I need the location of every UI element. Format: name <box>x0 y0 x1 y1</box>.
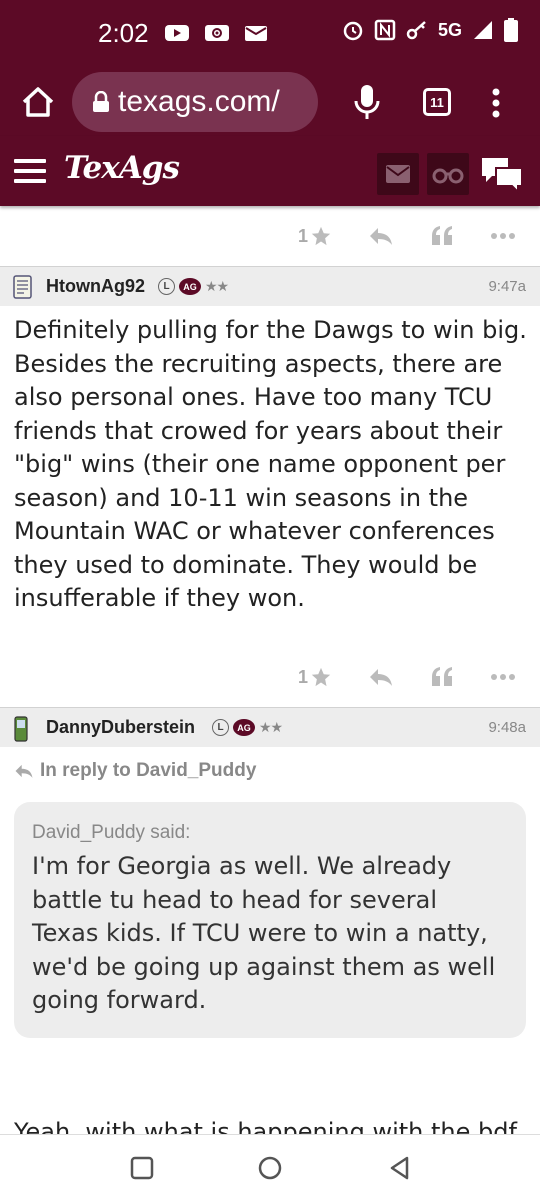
reply-to-text: In reply to David_Puddy <box>40 760 257 781</box>
username[interactable]: DannyDuberstein <box>46 717 195 738</box>
lifetime-badge: L <box>158 278 175 295</box>
browser-toolbar: texags.com/ 11 <box>0 68 540 136</box>
network-type: 5G <box>437 19 462 40</box>
thread-content: 1 HtownAg92 L AG ★★ 9:47a Definitely pul… <box>0 206 540 1134</box>
tab-switcher-button[interactable]: 11 <box>423 88 451 116</box>
rating-count: 1 <box>297 666 308 687</box>
url-text: texags.com/ <box>118 85 280 118</box>
quote-icon <box>432 667 452 686</box>
radio-icon <box>205 25 229 41</box>
home-button-icon[interactable] <box>255 1153 285 1183</box>
chat-icon[interactable] <box>478 154 526 194</box>
home-icon[interactable] <box>18 82 58 122</box>
lifetime-badge: L <box>212 719 229 736</box>
post-header: DannyDuberstein L AG ★★ 9:48a <box>0 707 540 747</box>
rating-button[interactable]: 1 <box>298 225 332 247</box>
address-bar[interactable]: texags.com/ <box>72 72 318 132</box>
messages-button[interactable] <box>377 153 419 195</box>
lock-icon <box>93 91 109 112</box>
ag-badge: AG <box>179 278 201 295</box>
rating-count: 1 <box>297 225 308 246</box>
more-icon <box>491 233 515 239</box>
user-stars: ★★ <box>205 278 229 295</box>
youtube-icon <box>165 25 189 41</box>
reply-icon <box>370 669 392 686</box>
quote-author[interactable]: David_Puddy said: <box>32 822 508 844</box>
mail-icon <box>245 26 267 41</box>
site-header: TexAgs <box>0 136 540 206</box>
key-icon <box>406 21 426 40</box>
site-logo[interactable]: TexAgs <box>64 150 180 186</box>
microphone-icon[interactable] <box>352 82 382 122</box>
user-stars: ★★ <box>259 719 283 736</box>
system-nav-bar <box>0 1134 540 1200</box>
more-button[interactable] <box>490 673 516 681</box>
star-icon <box>311 667 331 687</box>
alarm-icon <box>343 21 363 41</box>
status-time: 2:02 <box>98 18 149 48</box>
reply-icon <box>370 228 392 245</box>
post-actions: 1 <box>262 657 516 697</box>
post-body: Definitely pulling for the Dawgs to win … <box>14 316 527 612</box>
status-bar: 2:02 5G <box>0 0 540 68</box>
recents-icon[interactable] <box>127 1153 157 1183</box>
quote-button[interactable] <box>430 225 454 247</box>
user-avatar-icon <box>14 716 28 742</box>
post-header: HtownAg92 L AG ★★ 9:47a <box>0 266 540 306</box>
post-time[interactable]: 9:48a <box>488 719 526 736</box>
quote-icon <box>432 226 452 245</box>
quote-text: I'm for Georgia as well. We already batt… <box>32 852 496 1014</box>
reply-icon <box>15 764 33 778</box>
reply-button[interactable] <box>368 225 394 247</box>
more-button[interactable] <box>490 232 516 240</box>
hamburger-menu-icon[interactable] <box>14 159 46 183</box>
post-body: Yeah, with what is happening with the bd… <box>14 1118 517 1134</box>
post-actions: 1 <box>262 216 516 256</box>
overflow-menu-icon[interactable] <box>484 86 508 120</box>
post-time[interactable]: 9:47a <box>488 278 526 295</box>
reply-button[interactable] <box>368 666 394 688</box>
ag-badge: AG <box>233 719 255 736</box>
more-icon <box>491 674 515 680</box>
envelope-icon <box>386 165 410 183</box>
quote-block: David_Puddy said: I'm for Georgia as wel… <box>14 802 526 1038</box>
quote-button[interactable] <box>430 666 454 688</box>
user-avatar-icon <box>13 275 32 299</box>
username[interactable]: HtownAg92 <box>46 276 145 297</box>
back-icon[interactable] <box>385 1153 415 1183</box>
binoculars-icon <box>432 168 464 184</box>
signal-icon <box>474 21 492 39</box>
rating-button[interactable]: 1 <box>298 666 332 688</box>
watchlist-button[interactable] <box>427 153 469 195</box>
nfc-icon <box>374 19 396 41</box>
battery-icon <box>504 18 518 42</box>
star-icon <box>311 226 331 246</box>
reply-to-link[interactable]: In reply to David_Puddy <box>14 760 256 782</box>
